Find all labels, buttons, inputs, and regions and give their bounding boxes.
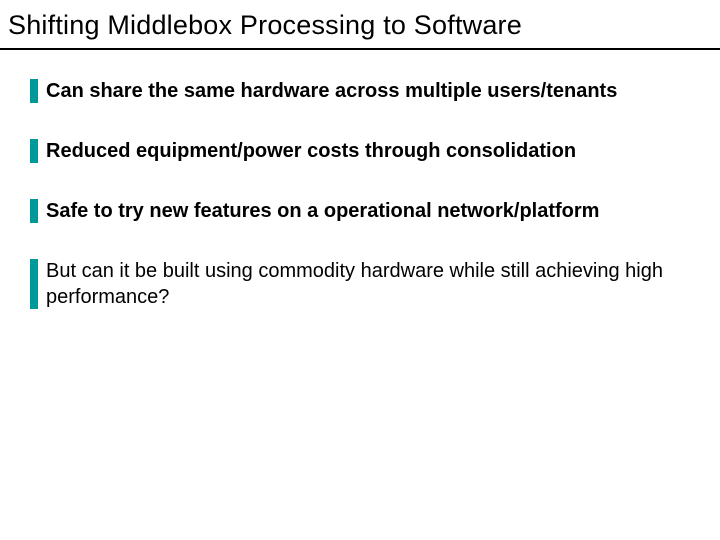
slide-body: Can share the same hardware across multi… bbox=[30, 78, 690, 344]
slide: Shifting Middlebox Processing to Softwar… bbox=[0, 0, 720, 540]
bullet-bar-icon bbox=[30, 259, 38, 309]
bullet-bar-icon bbox=[30, 139, 38, 163]
bullet-item: But can it be built using commodity hard… bbox=[30, 258, 690, 310]
bullet-text: Safe to try new features on a operationa… bbox=[46, 200, 599, 222]
bullet-text: Reduced equipment/power costs through co… bbox=[46, 140, 576, 162]
bullet-text: Can share the same hardware across multi… bbox=[46, 80, 617, 102]
bullet-bar-icon bbox=[30, 199, 38, 223]
title-divider bbox=[0, 48, 720, 50]
bullet-text: But can it be built using commodity hard… bbox=[46, 260, 663, 308]
bullet-item: Safe to try new features on a operationa… bbox=[30, 198, 690, 224]
bullet-item: Reduced equipment/power costs through co… bbox=[30, 138, 690, 164]
bullet-item: Can share the same hardware across multi… bbox=[30, 78, 690, 104]
bullet-bar-icon bbox=[30, 79, 38, 103]
slide-title: Shifting Middlebox Processing to Softwar… bbox=[8, 10, 712, 41]
